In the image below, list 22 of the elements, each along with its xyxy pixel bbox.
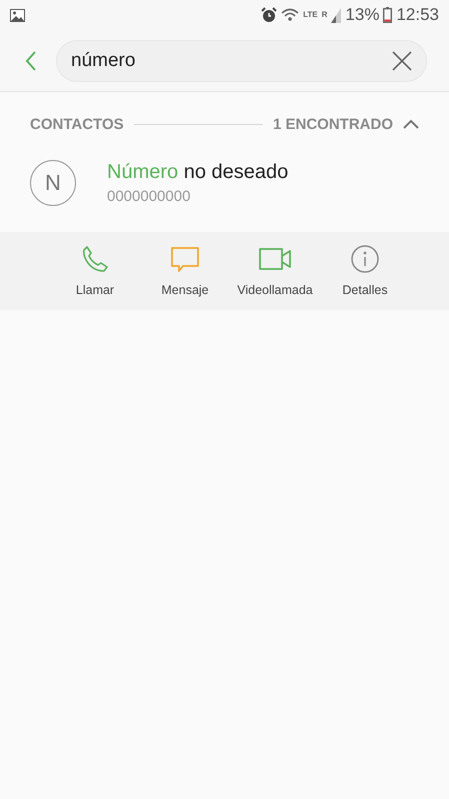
roaming-indicator: R (322, 11, 328, 19)
message-action-button[interactable]: Mensaje (140, 232, 230, 310)
battery-icon (383, 7, 392, 23)
search-field[interactable]: número (56, 40, 427, 82)
collapse-button[interactable] (403, 119, 419, 129)
signal-icon (331, 8, 342, 22)
details-action-button[interactable]: Detalles (320, 232, 410, 310)
contact-avatar: N (30, 160, 76, 206)
image-icon (10, 8, 25, 22)
call-action-button[interactable]: Llamar (50, 232, 140, 310)
alarm-icon (261, 7, 278, 23)
section-title: CONTACTOS (30, 116, 124, 132)
contact-number: 0000000000 (107, 188, 192, 205)
network-type: LTE (303, 11, 318, 19)
clear-button[interactable] (391, 50, 413, 72)
clock-time: 12:53 (396, 5, 439, 25)
video-action-button[interactable]: Videollamada (230, 232, 320, 310)
wifi-icon (281, 8, 300, 22)
result-count: 1 ENCONTRADO (272, 116, 393, 132)
battery-level: 13% (345, 5, 380, 25)
back-button[interactable] (24, 50, 38, 72)
contact-name[interactable]: Número no deseado (107, 161, 288, 184)
